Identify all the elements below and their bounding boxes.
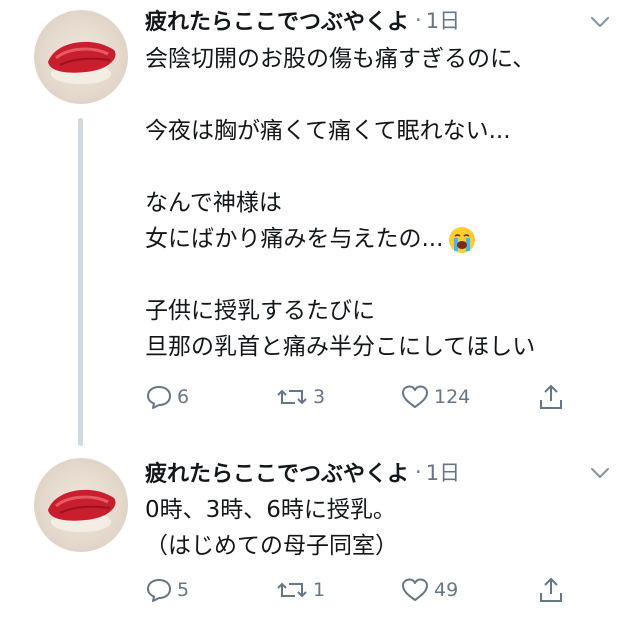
tweet-text-line: 0時、3時、6時に授乳。 xyxy=(145,497,396,523)
share-button[interactable] xyxy=(537,377,565,417)
retweet-icon xyxy=(277,582,307,598)
tweet-text-line: 子供に授乳するたびに xyxy=(145,298,375,324)
reply-count: 6 xyxy=(177,386,190,408)
retweet-count: 3 xyxy=(313,386,326,408)
reply-icon xyxy=(147,579,171,602)
heart-icon xyxy=(402,578,428,601)
retweet-count: 1 xyxy=(313,579,326,601)
tweet-text-segment: 女にばかり痛みを与えたの... xyxy=(145,226,444,252)
tweet-text-line: 会陰切開のお股の傷も痛すぎるのに、 xyxy=(145,46,536,72)
timestamp[interactable]: 1日 xyxy=(426,457,460,487)
share-icon xyxy=(540,384,562,409)
separator-dot: · xyxy=(415,8,422,32)
tweet-text-line: 今夜は胸が痛くて痛くて眠れない... xyxy=(145,118,511,144)
chevron-down-icon[interactable] xyxy=(587,9,613,35)
tweet-actions: 6 3 124 xyxy=(145,377,615,417)
share-icon xyxy=(540,577,562,602)
tweet[interactable]: 疲れたらここでつぶやくよ · 1日 会陰切開のお股の傷も痛すぎるのに、 今夜は胸… xyxy=(0,0,640,446)
reply-count: 5 xyxy=(177,579,190,601)
chevron-down-icon[interactable] xyxy=(587,460,613,486)
retweet-button[interactable]: 1 xyxy=(275,570,325,610)
author-name[interactable]: 疲れたらここでつぶやくよ xyxy=(145,4,409,36)
reply-button[interactable]: 6 xyxy=(145,377,189,417)
thread-line xyxy=(78,118,83,446)
tweet-actions: 5 1 49 xyxy=(145,570,615,610)
reply-icon xyxy=(147,386,171,409)
timestamp[interactable]: 1日 xyxy=(426,5,460,35)
sushi-avatar-image xyxy=(48,41,116,84)
reply-button[interactable]: 5 xyxy=(145,570,189,610)
like-button[interactable]: 49 xyxy=(400,570,458,610)
tweet-text-line: なんで神様は xyxy=(145,190,282,216)
tweet-text: 会陰切開のお股の傷も痛すぎるのに、 今夜は胸が痛くて痛くて眠れない... なんで… xyxy=(145,41,615,365)
like-count: 124 xyxy=(434,386,471,408)
tweet-text-line: （はじめての母子同室） xyxy=(145,533,398,559)
tweet-text: 0時、3時、6時に授乳。 （はじめての母子同室） xyxy=(145,492,615,564)
tweet-header: 疲れたらここでつぶやくよ · 1日 xyxy=(145,452,460,492)
like-button[interactable]: 124 xyxy=(400,377,470,417)
tweet[interactable]: 疲れたらここでつぶやくよ · 1日 0時、3時、6時に授乳。 （はじめての母子同… xyxy=(0,440,640,640)
retweet-icon xyxy=(277,389,307,405)
heart-icon xyxy=(402,385,428,408)
tweet-text-line-with-emoji: 女にばかり痛みを与えたの... xyxy=(145,221,615,257)
like-count: 49 xyxy=(434,579,459,601)
avatar[interactable] xyxy=(34,10,128,104)
retweet-button[interactable]: 3 xyxy=(275,377,325,417)
avatar[interactable] xyxy=(34,458,128,552)
tweet-text-line: 旦那の乳首と痛み半分こにしてほしい xyxy=(145,334,536,360)
tweet-header: 疲れたらここでつぶやくよ · 1日 xyxy=(145,0,460,40)
share-button[interactable] xyxy=(537,570,565,610)
separator-dot: · xyxy=(415,460,422,484)
author-name[interactable]: 疲れたらここでつぶやくよ xyxy=(145,456,409,488)
sushi-avatar-image xyxy=(48,489,116,532)
loudly-crying-face-icon xyxy=(447,225,477,255)
